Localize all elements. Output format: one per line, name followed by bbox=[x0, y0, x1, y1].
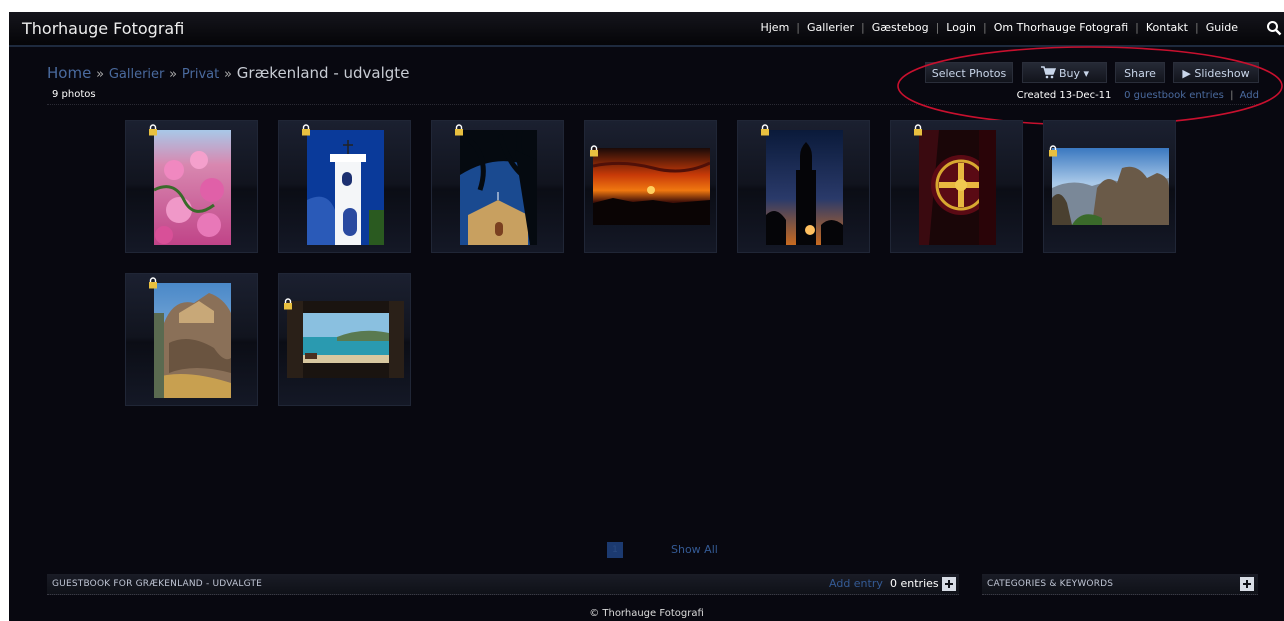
photo-thumbnail[interactable] bbox=[737, 120, 870, 253]
categories-bar: CATEGORIES & KEYWORDS bbox=[982, 574, 1258, 595]
photo-golden-cross-window bbox=[919, 130, 996, 245]
nav-separator: | bbox=[982, 21, 987, 34]
select-photos-button[interactable]: Select Photos bbox=[925, 62, 1013, 83]
breadcrumb-home[interactable]: Home bbox=[47, 64, 91, 82]
nav-item-hjem[interactable]: Hjem bbox=[760, 21, 789, 34]
photo-thumbnail[interactable] bbox=[278, 120, 411, 253]
nav-separator: | bbox=[861, 21, 865, 34]
lock-icon bbox=[149, 124, 157, 136]
share-button[interactable]: Share bbox=[1115, 62, 1165, 83]
copyright: © Thorhauge Fotografi bbox=[589, 608, 704, 619]
buy-button-label: Buy ▾ bbox=[1058, 67, 1090, 80]
entries-count: 0 entries bbox=[890, 577, 939, 590]
photo-monastery-on-rock bbox=[154, 283, 231, 398]
site-title[interactable]: Thorhauge Fotografi bbox=[22, 19, 184, 38]
photo-chapel-under-palm bbox=[460, 130, 537, 245]
meta-separator: | bbox=[1230, 90, 1234, 101]
lock-icon bbox=[149, 277, 157, 289]
nav-item-om[interactable]: Om Thorhauge Fotografi bbox=[994, 21, 1128, 34]
nav-item-guide[interactable]: Guide bbox=[1206, 21, 1238, 34]
photo-bay-through-window bbox=[287, 301, 404, 378]
lock-icon bbox=[590, 145, 598, 157]
lock-icon bbox=[914, 124, 922, 136]
lock-icon bbox=[455, 124, 463, 136]
gallery-page: Thorhauge Fotografi Hjem | Gallerier | Gæste… bbox=[9, 12, 1284, 621]
nav-separator: | bbox=[935, 21, 940, 34]
nav-item-gaestebog[interactable]: Gæstebog bbox=[872, 21, 929, 34]
guestbook-entries-link[interactable]: 0 guestbook entries bbox=[1124, 90, 1224, 101]
header-divider bbox=[47, 104, 1259, 105]
breadcrumb-gallerier[interactable]: Gallerier bbox=[109, 67, 165, 82]
expand-categories-icon[interactable] bbox=[1240, 577, 1254, 591]
nav-separator: | bbox=[796, 21, 800, 34]
search-icon[interactable] bbox=[1266, 20, 1282, 36]
main-nav: Hjem | Gallerier | Gæstebog | Login | Om Thorhau… bbox=[760, 21, 1238, 34]
expand-guestbook-icon[interactable] bbox=[942, 577, 956, 591]
photo-pink-flowers bbox=[154, 130, 231, 245]
breadcrumb-separator: » bbox=[224, 67, 232, 82]
photo-thumbnail[interactable] bbox=[890, 120, 1023, 253]
photo-thumbnail[interactable] bbox=[278, 273, 411, 406]
nav-separator: | bbox=[1194, 21, 1199, 34]
created-date: Created 13-Dec-11 bbox=[1016, 90, 1112, 101]
photo-thumbnail[interactable] bbox=[584, 120, 717, 253]
breadcrumb: Home » Gallerier » Privat » Grækenland -… bbox=[47, 64, 409, 82]
lock-icon bbox=[761, 124, 769, 136]
photo-thumbnail[interactable] bbox=[125, 273, 258, 406]
guestbook-title: GUESTBOOK FOR GRÆKENLAND - UDVALGTE bbox=[52, 579, 263, 589]
photo-meteora-rocks bbox=[1052, 148, 1169, 225]
photo-church-tower-silhouette bbox=[766, 130, 843, 245]
buy-button[interactable]: Buy ▾ bbox=[1022, 62, 1107, 83]
photo-thumbnail[interactable] bbox=[125, 120, 258, 253]
photo-count: 9 photos bbox=[52, 89, 96, 100]
breadcrumb-separator: » bbox=[169, 67, 178, 82]
photo-sunset-over-sea bbox=[593, 148, 710, 225]
add-entry-link[interactable]: Add entry bbox=[829, 577, 883, 590]
breadcrumb-separator: » bbox=[96, 67, 105, 82]
lock-icon bbox=[302, 124, 310, 136]
breadcrumb-privat[interactable]: Privat bbox=[182, 67, 219, 82]
pagination-page-1[interactable]: 1 bbox=[607, 542, 623, 558]
page-title: Grækenland - udvalgte bbox=[236, 64, 410, 82]
nav-separator: | bbox=[1135, 21, 1139, 34]
photo-thumbnail[interactable] bbox=[1043, 120, 1176, 253]
photo-thumbnail[interactable] bbox=[431, 120, 564, 253]
lock-icon bbox=[284, 298, 292, 310]
slideshow-button[interactable]: ▶ Slideshow bbox=[1173, 62, 1259, 83]
top-navigation-bar: Thorhauge Fotografi Hjem | Gallerier | Gæste… bbox=[9, 12, 1284, 47]
show-all-link[interactable]: Show All bbox=[671, 543, 718, 556]
nav-item-kontakt[interactable]: Kontakt bbox=[1146, 21, 1188, 34]
gallery-meta: Created 13-Dec-11 0 guestbook entries | … bbox=[1017, 90, 1259, 101]
photo-white-bell-tower bbox=[307, 130, 384, 245]
guestbook-bar: GUESTBOOK FOR GRÆKENLAND - UDVALGTE Add … bbox=[47, 574, 959, 595]
highlight-ellipse bbox=[897, 46, 1283, 126]
add-guestbook-link[interactable]: Add bbox=[1240, 90, 1259, 101]
categories-title: CATEGORIES & KEYWORDS bbox=[987, 579, 1114, 589]
lock-icon bbox=[1049, 145, 1057, 157]
nav-item-gallerier[interactable]: Gallerier bbox=[807, 21, 854, 34]
cart-icon bbox=[1040, 66, 1057, 79]
nav-item-login[interactable]: Login bbox=[946, 21, 976, 34]
